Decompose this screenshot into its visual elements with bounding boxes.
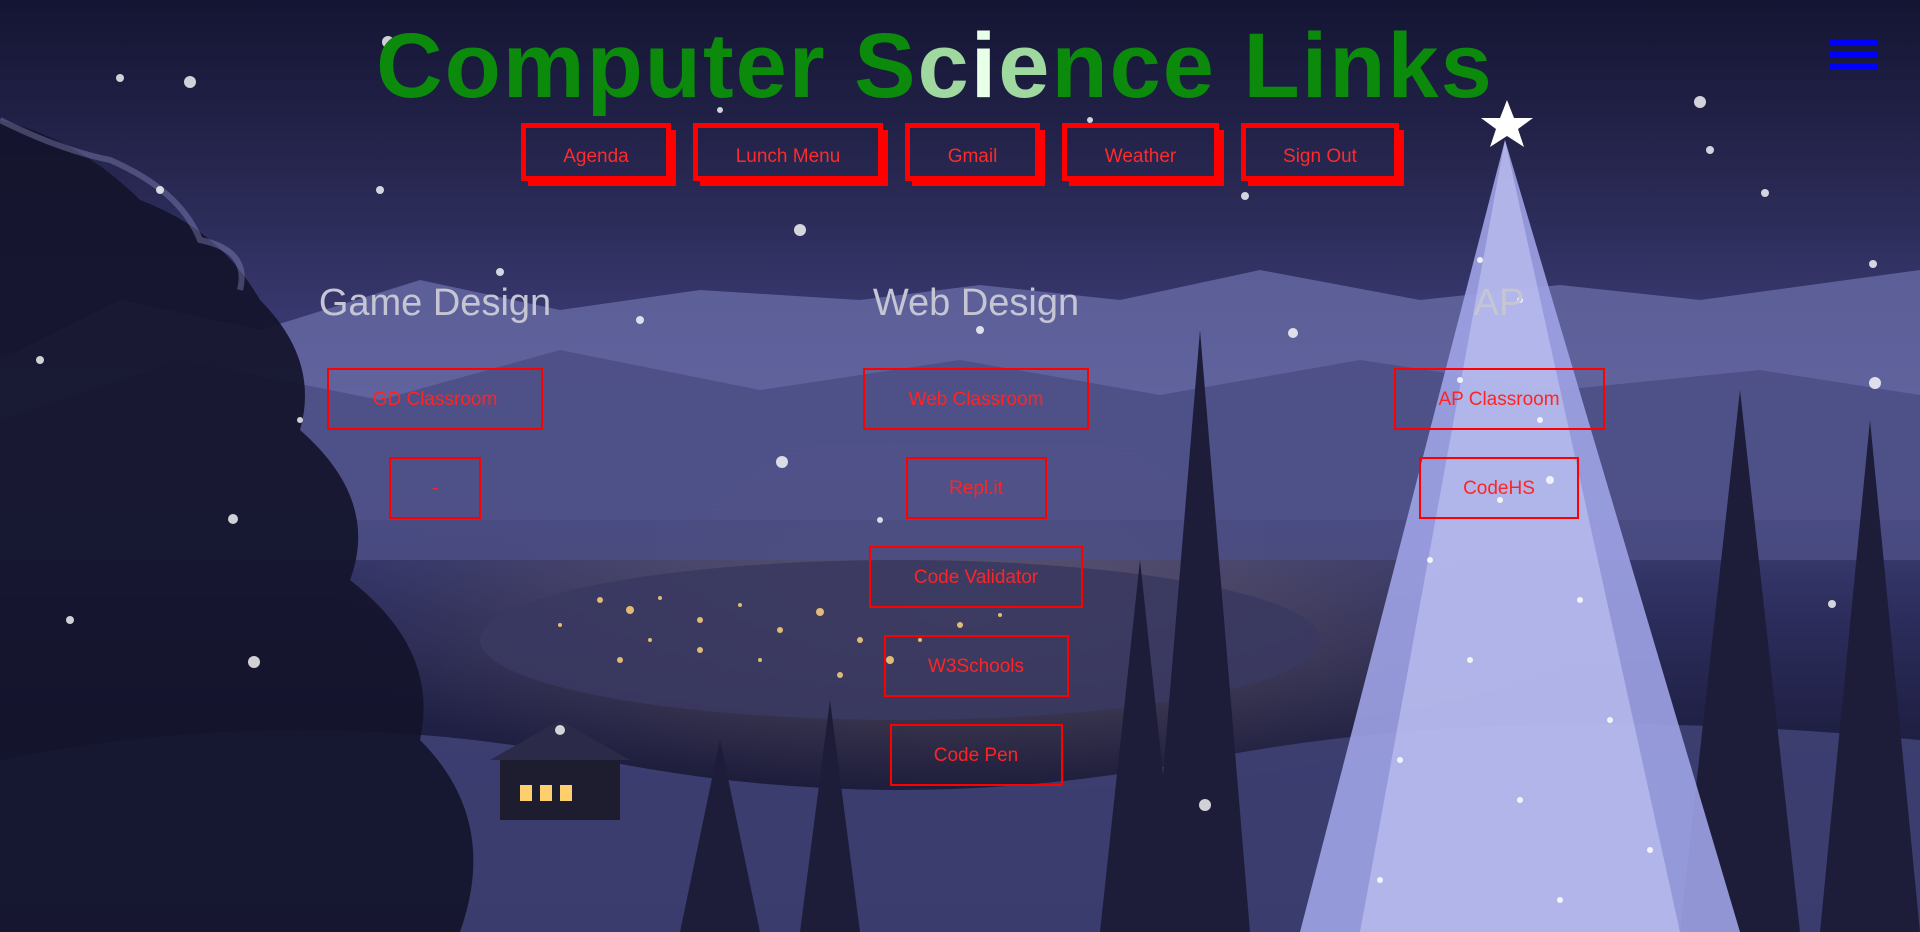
web-design-column: Web Design Web Classroom Repl.it Code Va… — [856, 282, 1096, 813]
menu-bar — [1830, 64, 1878, 69]
lunch-menu-button[interactable]: Lunch Menu — [693, 123, 883, 181]
code-pen-link[interactable]: Code Pen — [889, 724, 1063, 786]
sign-out-button[interactable]: Sign Out — [1241, 123, 1399, 181]
game-design-column: Game Design GD Classroom - — [315, 282, 555, 546]
title-part: S — [854, 15, 918, 117]
web-design-heading: Web Design — [872, 282, 1080, 324]
menu-bar — [1830, 52, 1878, 57]
title-part: i — [970, 15, 999, 117]
page-title: Computer Science Links — [0, 14, 1920, 119]
codehs-link[interactable]: CodeHS — [1419, 457, 1579, 519]
w3schools-link[interactable]: W3Schools — [883, 635, 1069, 697]
top-nav: Agenda Lunch Menu Gmail Weather Sign Out — [0, 123, 1920, 181]
hamburger-menu-icon[interactable] — [1830, 40, 1878, 80]
title-part: Computer — [376, 15, 855, 117]
gmail-button[interactable]: Gmail — [905, 123, 1040, 181]
game-design-blank-link[interactable]: - — [389, 457, 481, 519]
title-part: nce Links — [1051, 15, 1494, 117]
web-classroom-link[interactable]: Web Classroom — [863, 368, 1089, 430]
gd-classroom-link[interactable]: GD Classroom — [327, 368, 543, 430]
replit-link[interactable]: Repl.it — [905, 457, 1047, 519]
agenda-button[interactable]: Agenda — [521, 123, 671, 181]
menu-bar — [1830, 40, 1878, 45]
title-part: e — [998, 15, 1052, 117]
ap-column: AP AP Classroom CodeHS — [1379, 282, 1619, 546]
title-part: c — [917, 15, 971, 117]
code-validator-link[interactable]: Code Validator — [869, 546, 1083, 608]
weather-button[interactable]: Weather — [1062, 123, 1219, 181]
game-design-heading: Game Design — [318, 282, 552, 324]
ap-classroom-link[interactable]: AP Classroom — [1393, 368, 1605, 430]
ap-heading: AP — [1473, 282, 1525, 324]
